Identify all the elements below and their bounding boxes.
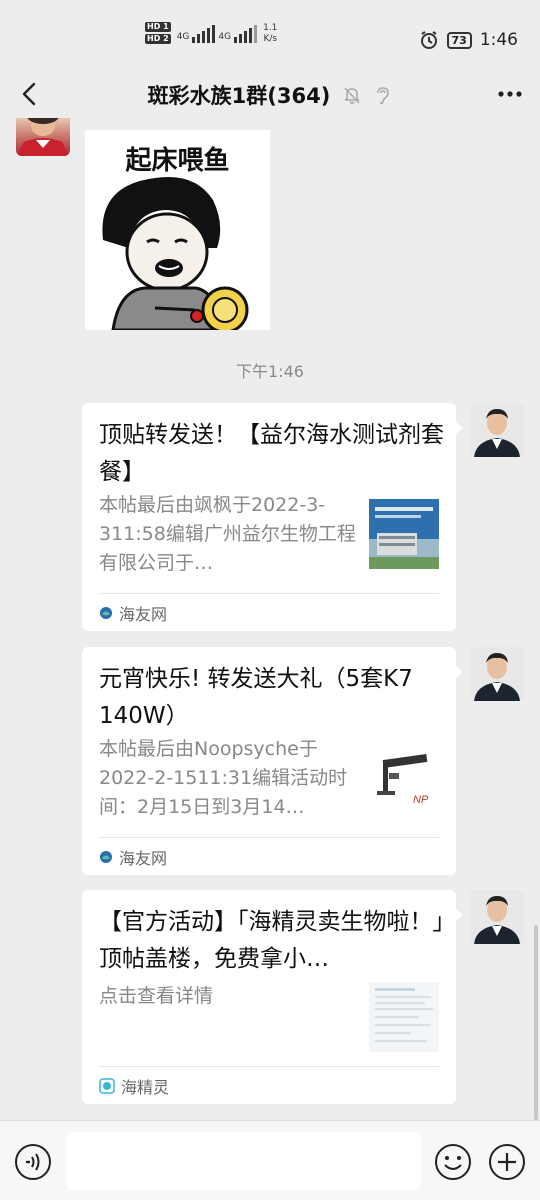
earpiece-icon [377, 87, 390, 105]
link-card-title: 【官方活动】「海精灵卖生物啦！」顶帖盖楼，免费拿小… [99, 909, 444, 972]
clock: 1:46 [479, 30, 518, 50]
chevron-left-icon[interactable] [14, 78, 46, 110]
hd1-badge: HD 1 [145, 22, 171, 32]
link-card-source: 海友网 [99, 601, 167, 625]
link-card[interactable]: 【官方活动】「海精灵卖生物啦！」顶帖盖楼，免费拿小… 点击查看详情 海精灵 [82, 890, 463, 1104]
link-card-title: 元宵快乐! 转发送大礼（5套K7 140W） [99, 666, 413, 729]
link-card-thumbnail [369, 982, 439, 1052]
scrollbar[interactable] [534, 925, 538, 1120]
message-input[interactable] [66, 1132, 421, 1190]
thumb-brand: NP [413, 794, 429, 806]
avatar[interactable] [16, 118, 70, 156]
source-name: 海友网 [119, 605, 168, 624]
source-name: 海友网 [119, 849, 168, 868]
source-logo-icon [100, 607, 112, 619]
status-bar: HD 1 HD 2 4G 4G 1.1 K/s 73 1:46 [0, 0, 540, 72]
link-card-thumbnail [369, 499, 439, 569]
source-logo-icon [99, 1078, 115, 1094]
more-dots-icon[interactable] [494, 78, 526, 110]
source-name: 海精灵 [121, 1078, 170, 1097]
message-timestamp: 下午1:46 [236, 362, 304, 381]
card-divider [99, 593, 439, 594]
link-card-source: 海精灵 [99, 1074, 169, 1098]
hd2-badge: HD 2 [145, 34, 171, 44]
hd-indicators: HD 1 HD 2 [145, 22, 171, 46]
speed-value: 1.1 [263, 23, 278, 33]
chat-header: 斑彩水族1群(364) [0, 72, 540, 118]
link-card-description: 本帖最后由飒枫于2022-3-311:58编辑广州益尔生物工程有限公司于… [99, 494, 356, 574]
network-type-2: 4G [218, 32, 232, 42]
link-card-source: 海友网 [99, 845, 167, 869]
avatar[interactable] [470, 647, 524, 701]
emoji-icon[interactable] [434, 1143, 472, 1181]
card-divider [99, 1066, 439, 1067]
input-bar [0, 1120, 540, 1200]
link-card[interactable]: 顶贴转发送！【益尔海水测试剂套餐】 本帖最后由飒枫于2022-3-311:58编… [82, 403, 463, 631]
link-card-description: 本帖最后由Noopsyche于2022-2-1511:31编辑活动时间：2月15… [99, 738, 348, 818]
signal-icon-2 [234, 25, 258, 43]
link-card-title: 顶贴转发送！【益尔海水测试剂套餐】 [99, 422, 444, 485]
sticker-image[interactable]: 起床喂鱼 [85, 130, 270, 330]
network-speed: 1.1 K/s [263, 23, 277, 45]
signal-icon-1 [192, 25, 216, 43]
card-divider [99, 837, 439, 838]
network-type-1: 4G [176, 32, 190, 42]
link-card-thumbnail: NP [369, 743, 439, 813]
source-logo-icon [100, 851, 112, 863]
battery-icon: 73 [446, 31, 472, 49]
bell-off-icon [344, 87, 360, 104]
chat-messages[interactable]: 起床喂鱼 下午1:46 顶贴转发送！【益尔海水测试剂套餐】 本帖最后由飒枫于20… [0, 118, 540, 1120]
voice-icon[interactable] [14, 1143, 52, 1181]
avatar[interactable] [470, 403, 524, 457]
link-card[interactable]: 元宵快乐! 转发送大礼（5套K7 140W） 本帖最后由Noopsyche于20… [82, 647, 463, 875]
link-card-description: 点击查看详情 [99, 985, 214, 1007]
chat-title: 斑彩水族1群(364) [147, 84, 331, 108]
alarm-icon [420, 31, 437, 49]
avatar[interactable] [470, 890, 524, 944]
speed-unit: K/s [263, 34, 278, 44]
plus-icon[interactable] [488, 1143, 526, 1181]
